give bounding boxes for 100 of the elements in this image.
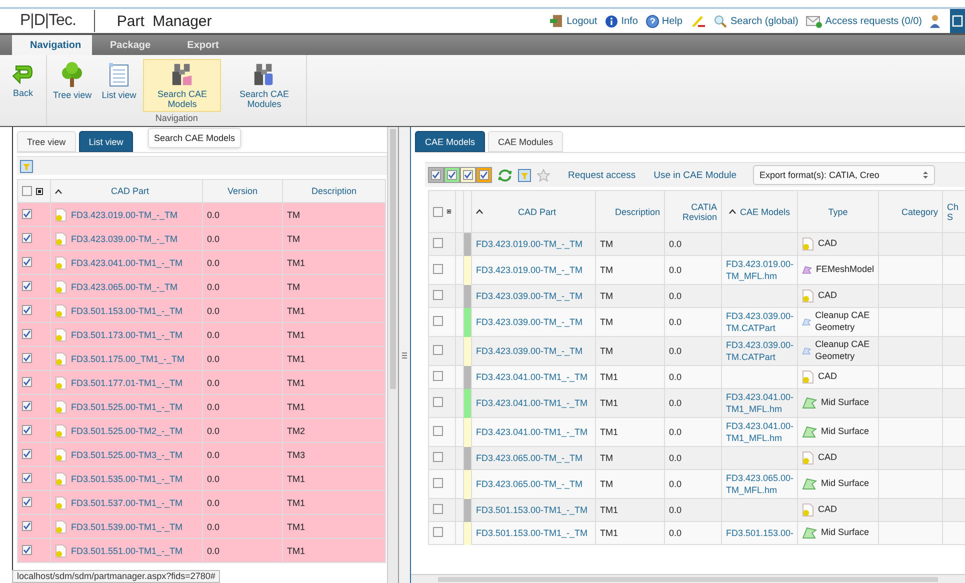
table-row[interactable]: FD3.501.535.00-TM1_-_TM 0.0 TM1 [18,466,386,490]
ribbon-button[interactable]: Search CAE Models [143,59,222,112]
checkbox[interactable] [22,473,32,483]
ribbon-button[interactable]: Tree view [50,59,95,112]
checkbox[interactable] [433,504,443,514]
table-row[interactable]: FD3.501.551.00-TM1_-_TM 0.0 TM1 [18,538,386,562]
table-row[interactable]: FD3.501.153.00-TM1_-_TM 0.0 TM1 [18,298,386,322]
expand-icon[interactable] [447,208,451,215]
user-icon[interactable] [930,14,942,28]
checkbox[interactable] [433,452,443,462]
splitter[interactable] [398,127,411,583]
checkbox[interactable] [22,353,32,363]
checkbox[interactable] [22,257,32,267]
table-row[interactable]: FD3.423.039.00-TM_-_TM 0.0 TM [18,226,386,250]
legend-checkbox[interactable] [428,167,444,183]
star-icon[interactable] [537,168,550,182]
header-link[interactable]: Logout [550,14,598,28]
header-link[interactable]: Access requests (0/0) [806,14,922,28]
table-row[interactable]: FD3.501.175.00_TM1_-_TM 0.0 TM1 [18,346,386,370]
checkbox[interactable] [22,305,32,315]
checkbox[interactable] [433,397,443,407]
sort-caret-icon[interactable] [55,188,62,194]
action-link[interactable]: Use in CAE Module [654,170,736,180]
ribbon-button[interactable]: List view [98,59,140,112]
checkbox[interactable] [433,264,443,274]
legend-checkbox[interactable] [476,167,492,183]
checkbox[interactable] [22,521,32,531]
table-row[interactable]: FD3.501.153.00-TM1_-_TM TM1 0.0 CAD [428,498,965,522]
book-icon[interactable] [950,9,965,33]
filter-icon[interactable] [518,168,531,182]
ribbon-button[interactable]: Search CAE Modules [225,59,304,112]
legend-checkbox[interactable] [460,167,476,183]
checkbox[interactable] [433,527,443,537]
header-link[interactable]: Info [605,14,638,28]
column-header: Description [311,186,357,196]
table-row[interactable]: FD3.423.041.00-TM1_-_TM TM1 0.0 FD3.423.041.00-TM1_MFL.hm Mid Surface [428,388,965,418]
checkbox[interactable] [433,345,443,355]
checkbox[interactable] [22,545,32,555]
ribbon-tab[interactable]: Package [92,35,166,55]
table-row[interactable]: FD3.501.525.00-TM3_-_TM 0.0 TM3 [18,442,386,466]
checkbox[interactable] [22,425,32,435]
checkbox[interactable] [433,290,443,300]
table-row[interactable]: FD3.423.065.00-TM_-_TM 0.0 TM [18,274,386,298]
checkbox[interactable] [22,377,32,387]
table-row[interactable]: FD3.423.039.00-TM_-_TM TM 0.0 FD3.423.039.00-TM.CATPart Cleanup CAE Geometry [428,336,965,366]
view-tab[interactable]: CAE Models [415,131,486,152]
checkbox[interactable] [433,238,443,248]
sort-caret-icon[interactable] [728,209,736,214]
checkbox[interactable] [433,316,443,326]
column-header: CAE Models [740,206,790,216]
table-row[interactable]: FD3.423.019.00-TM_-_TM TM 0.0 CAD [428,232,965,256]
table-cell: TM1 [282,538,386,562]
checkbox[interactable] [22,449,32,459]
checkbox[interactable] [433,478,443,488]
checkbox[interactable] [22,281,32,291]
header-link[interactable]: Search (global) [714,14,798,28]
table-row[interactable]: FD3.501.173.00-TM1_-_TM 0.0 TM1 [18,322,386,346]
table-row[interactable]: FD3.423.065.00-TM_-_TM TM 0.0 FD3.423.065.00-TM_MFL.hm Mid Surface [428,470,965,498]
checkbox[interactable] [22,209,32,219]
column-header: CAD Part [518,206,556,216]
action-link[interactable]: Request access [568,170,636,180]
expand-icon[interactable] [36,188,43,194]
table-row[interactable]: FD3.423.019.00-TM_-_TM TM 0.0 FD3.423.019.00-TM_MFL.hm FEMeshModel [428,256,965,284]
checkbox[interactable] [22,401,32,411]
table-row[interactable]: FD3.423.041.00-TM1_-_TM TM1 0.0 FD3.423.041.00-TM1_MFL.hm Mid Surface [428,418,965,446]
checkbox[interactable] [22,329,32,339]
filter-icon[interactable] [20,160,33,172]
table-row[interactable]: FD3.501.539.00-TM1_-_TM 0.0 TM1 [18,514,386,538]
checkbox[interactable] [433,206,443,216]
legend-checkbox[interactable] [444,167,460,183]
ribbon-tab[interactable]: Navigation [12,35,92,55]
table-row[interactable]: FD3.501.153.00-TM1_-_TM TM1 0.0 FD3.501.153.00- Mid Surface [428,522,965,544]
checkbox[interactable] [433,371,443,381]
table-row[interactable]: FD3.423.019.00-TM_-_TM 0.0 TM [18,202,386,226]
pencil-icon[interactable] [690,14,706,28]
refresh-icon[interactable] [498,168,512,182]
ribbon-tab[interactable]: Export [166,35,240,55]
checkbox[interactable] [22,497,32,507]
surface-icon [802,316,812,328]
scrollbar[interactable] [387,127,398,583]
scrollbar[interactable] [411,574,965,583]
table-row[interactable]: FD3.423.041.00-TM1_-_TM 0.0 TM1 [18,250,386,274]
checkbox[interactable] [22,186,32,196]
ribbon-button[interactable]: Back [3,59,43,112]
checkbox[interactable] [433,426,443,436]
export-select[interactable]: Export format(s): CATIA, Creo [752,165,934,185]
table-row[interactable]: FD3.423.065.00-TM_-_TM TM 0.0 CAD [428,446,965,470]
table-row[interactable]: FD3.501.525.00-TM1_-_TM 0.0 TM1 [18,394,386,418]
table-row[interactable]: FD3.423.039.00-TM_-_TM TM 0.0 FD3.423.039.00-TM.CATPart Cleanup CAE Geometry [428,308,965,336]
table-row[interactable]: FD3.423.039.00-TM_-_TM TM 0.0 CAD [428,284,965,308]
table-row[interactable]: FD3.501.537.00-TM1_-_TM 0.0 TM1 [18,490,386,514]
table-row[interactable]: FD3.501.525.00-TM2_-_TM 0.0 TM2 [18,418,386,442]
header-link[interactable]: Help [646,14,682,28]
table-row[interactable]: FD3.501.177.01-TM1_-_TM 0.0 TM1 [18,370,386,394]
table-row[interactable]: FD3.423.041.00-TM1_-_TM TM1 0.0 CAD [428,366,965,388]
checkbox[interactable] [22,233,32,243]
view-tab[interactable]: Tree view [17,131,76,152]
view-tab[interactable]: List view [78,131,134,152]
view-tab[interactable]: CAE Modules [488,131,564,152]
sort-caret-icon[interactable] [476,209,483,214]
